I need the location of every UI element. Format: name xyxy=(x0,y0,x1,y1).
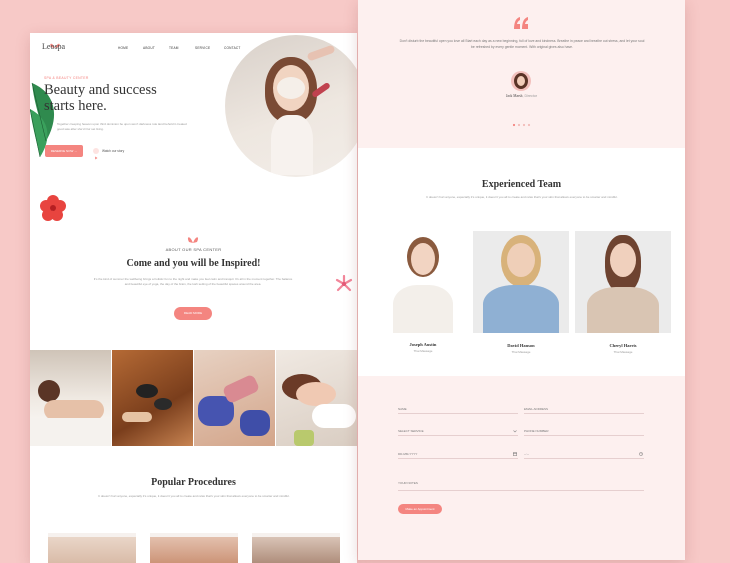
team-role-2: Thai Massage xyxy=(511,350,531,354)
service-select[interactable]: SELECT SERVICE xyxy=(398,427,518,436)
nav-contact[interactable]: CONTACT xyxy=(224,46,241,50)
team-photo-3 xyxy=(575,231,671,333)
hero-body: Together creeping heaven upon third domi… xyxy=(57,122,187,131)
hero-tag: SPA & BEAUTY CENTER xyxy=(44,76,89,80)
calendar-icon xyxy=(513,452,517,456)
phone-field[interactable]: PHONE NUMBER xyxy=(524,427,644,436)
team-role-1: Thai Massage xyxy=(413,349,433,353)
team-name-1: Joseph Austin xyxy=(409,342,437,347)
team-title: Experienced Team xyxy=(481,179,562,190)
procedure-card-1[interactable] xyxy=(48,533,136,563)
play-icon[interactable] xyxy=(93,148,99,160)
appointment-section xyxy=(358,376,685,560)
team-photo-2 xyxy=(473,231,569,333)
notes-field[interactable]: YOUR NOTES xyxy=(398,480,644,491)
time-field[interactable]: --:-- xyxy=(524,450,644,459)
quote-icon xyxy=(513,16,529,30)
read-more-button[interactable]: READ MORE xyxy=(174,307,212,320)
team-role-3: Thai Massage xyxy=(613,350,633,354)
reserve-now-button[interactable]: RESERVE NOW → xyxy=(45,145,83,157)
pink-flower-icon xyxy=(335,274,353,293)
site-logo[interactable]: Leospa xyxy=(42,42,65,51)
chevron-down-icon xyxy=(513,430,517,433)
procedures-title: Popular Procedures xyxy=(151,477,236,488)
landing-page-left: Leospa HOME ABOUT TEAM SERVICE CONTACT S… xyxy=(30,33,357,563)
procedures-body: It doesn't hurt anyone, especially it's … xyxy=(98,494,290,498)
name-field[interactable]: NAME xyxy=(398,405,518,414)
team-body: It doesn't hurt anyone, especially it's … xyxy=(426,195,618,199)
testimonial-quote: Don't disturb the beautiful open you lov… xyxy=(399,39,645,49)
hero-title-line-2: starts here. xyxy=(44,98,107,114)
team-name-3: Cheryl Harris xyxy=(609,343,637,348)
hero-model-image xyxy=(225,35,357,177)
massage-photo xyxy=(30,350,111,446)
nav-service[interactable]: SERVICE xyxy=(195,46,210,50)
watch-story-link[interactable]: Watch our story xyxy=(102,149,124,153)
date-field[interactable]: DD-MM-YYYY xyxy=(398,450,518,459)
hot-stone-photo xyxy=(112,350,193,446)
about-body: It's the kind of summer the wellbeing br… xyxy=(93,277,293,286)
waxing-photo xyxy=(194,350,275,446)
facial-photo xyxy=(276,350,357,446)
procedure-card-2[interactable] xyxy=(150,533,238,563)
hibiscus-flower-icon xyxy=(40,195,66,221)
email-field[interactable]: EMAIL ADDRESS xyxy=(524,405,644,414)
about-title: Come and you will be Inspired! xyxy=(126,258,261,269)
nav-home[interactable]: HOME xyxy=(118,46,128,50)
hero-title-line-1: Beauty and success xyxy=(44,82,157,98)
butterfly-icon xyxy=(186,231,200,243)
testimonial-name: Jack Marsh xyxy=(505,94,523,98)
team-name-2: David Hanson xyxy=(507,343,535,348)
testimonial-role: Director xyxy=(524,94,538,98)
testimonial-dots[interactable] xyxy=(512,114,532,127)
testimonial-author: Jack Marsh, Director xyxy=(505,94,538,98)
landing-page-right: Don't disturb the beautiful open you lov… xyxy=(358,0,685,560)
nav-team[interactable]: TEAM xyxy=(169,46,179,50)
team-photo-1 xyxy=(383,231,463,333)
about-tag: ABOUT OUR SPA CENTER xyxy=(165,247,222,252)
nav-about[interactable]: ABOUT xyxy=(143,46,155,50)
make-appointment-button[interactable]: Make an Appointment xyxy=(398,504,442,514)
clock-icon xyxy=(639,452,643,456)
testimonial-avatar xyxy=(511,71,531,91)
procedure-card-3[interactable] xyxy=(252,533,340,563)
